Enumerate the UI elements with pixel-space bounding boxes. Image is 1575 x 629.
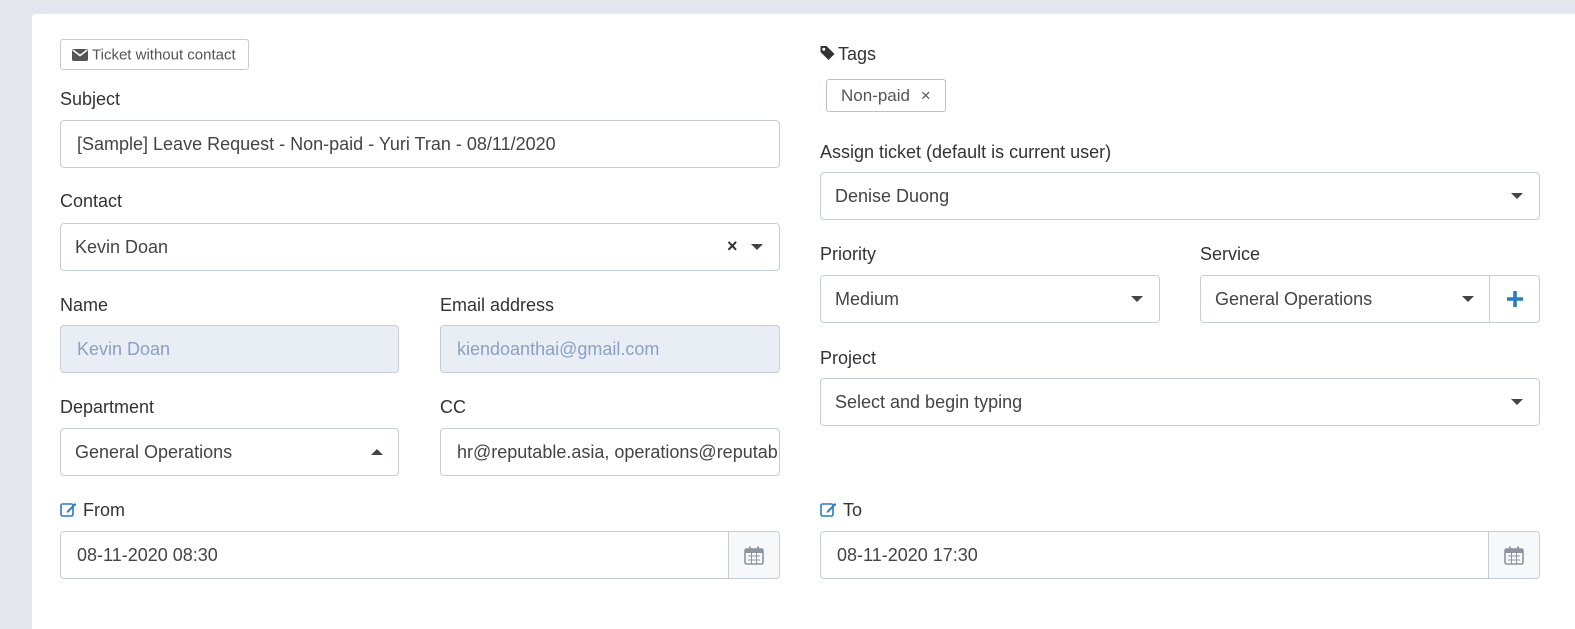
calendar-icon: [744, 546, 764, 565]
service-chevron-down-icon[interactable]: [1462, 296, 1474, 302]
assign-chevron-down-icon[interactable]: [1511, 193, 1523, 199]
cc-input[interactable]: hr@reputable.asia, operations@reputable.…: [440, 428, 780, 476]
envelope-icon: [72, 49, 88, 62]
assign-value: Denise Duong: [835, 186, 950, 206]
service-label: Service: [1200, 244, 1261, 264]
subject-label: Subject: [60, 89, 121, 109]
to-label: To: [843, 500, 863, 520]
department-select[interactable]: General Operations: [60, 428, 399, 476]
name-field: Kevin Doan: [60, 325, 399, 373]
project-label: Project: [820, 348, 877, 368]
name-value: Kevin Doan: [77, 339, 171, 359]
project-chevron-down-icon[interactable]: [1511, 399, 1523, 405]
ticket-without-contact-label: Ticket without contact: [92, 46, 236, 64]
ticket-without-contact-button[interactable]: Ticket without contact: [60, 39, 249, 70]
tags-input-cursor[interactable]: [945, 80, 946, 110]
from-label: From: [83, 500, 125, 520]
edit-icon: [820, 502, 837, 517]
tag-chip[interactable]: Non-paid ×: [826, 79, 946, 112]
contact-select[interactable]: Kevin Doan: [60, 223, 780, 271]
calendar-icon: [1504, 546, 1524, 565]
to-datetime-input[interactable]: 08-11-2020 17:30: [820, 531, 1489, 579]
tags-label-group: Tags: [820, 43, 876, 65]
tag-chip-label: Non-paid: [841, 86, 910, 105]
priority-value: Medium: [835, 289, 900, 309]
department-chevron-up-icon[interactable]: [371, 449, 383, 455]
tag-remove-icon[interactable]: ×: [921, 86, 931, 105]
department-label: Department: [60, 397, 155, 417]
email-value: kiendoanthai@gmail.com: [457, 339, 660, 359]
email-label: Email address: [440, 295, 555, 315]
service-value: General Operations: [1215, 289, 1373, 309]
to-label-group: To: [820, 499, 862, 521]
from-value: 08-11-2020 08:30: [77, 545, 218, 565]
tags-label: Tags: [838, 44, 877, 64]
plus-icon: [1505, 289, 1525, 309]
contact-chevron-down-icon[interactable]: [751, 244, 763, 250]
cc-label: CC: [440, 397, 466, 417]
priority-select[interactable]: Medium: [820, 275, 1160, 323]
to-calendar-button[interactable]: [1488, 531, 1540, 579]
email-field: kiendoanthai@gmail.com: [440, 325, 780, 373]
department-value: General Operations: [75, 442, 233, 462]
from-calendar-button[interactable]: [728, 531, 780, 579]
assign-select[interactable]: Denise Duong: [820, 172, 1540, 220]
from-label-group: From: [60, 499, 125, 521]
from-datetime-input[interactable]: 08-11-2020 08:30: [60, 531, 729, 579]
project-placeholder: Select and begin typing: [835, 392, 1023, 412]
subject-value: [Sample] Leave Request - Non-paid - Yuri…: [77, 134, 556, 154]
priority-chevron-down-icon[interactable]: [1131, 296, 1143, 302]
contact-clear-icon[interactable]: ×: [727, 235, 738, 257]
to-value: 08-11-2020 17:30: [837, 545, 978, 565]
contact-value: Kevin Doan: [75, 237, 169, 257]
contact-label: Contact: [60, 191, 123, 211]
edit-icon: [60, 502, 77, 517]
name-label: Name: [60, 295, 109, 315]
project-select[interactable]: Select and begin typing: [820, 378, 1540, 426]
service-add-button[interactable]: [1489, 275, 1540, 323]
priority-label: Priority: [820, 244, 877, 264]
service-select[interactable]: General Operations: [1200, 275, 1491, 323]
subject-input[interactable]: [Sample] Leave Request - Non-paid - Yuri…: [60, 120, 780, 168]
tag-icon: [820, 45, 835, 61]
cc-value: hr@reputable.asia, operations@reputable.…: [457, 442, 779, 462]
assign-label: Assign ticket (default is current user): [820, 142, 1112, 162]
